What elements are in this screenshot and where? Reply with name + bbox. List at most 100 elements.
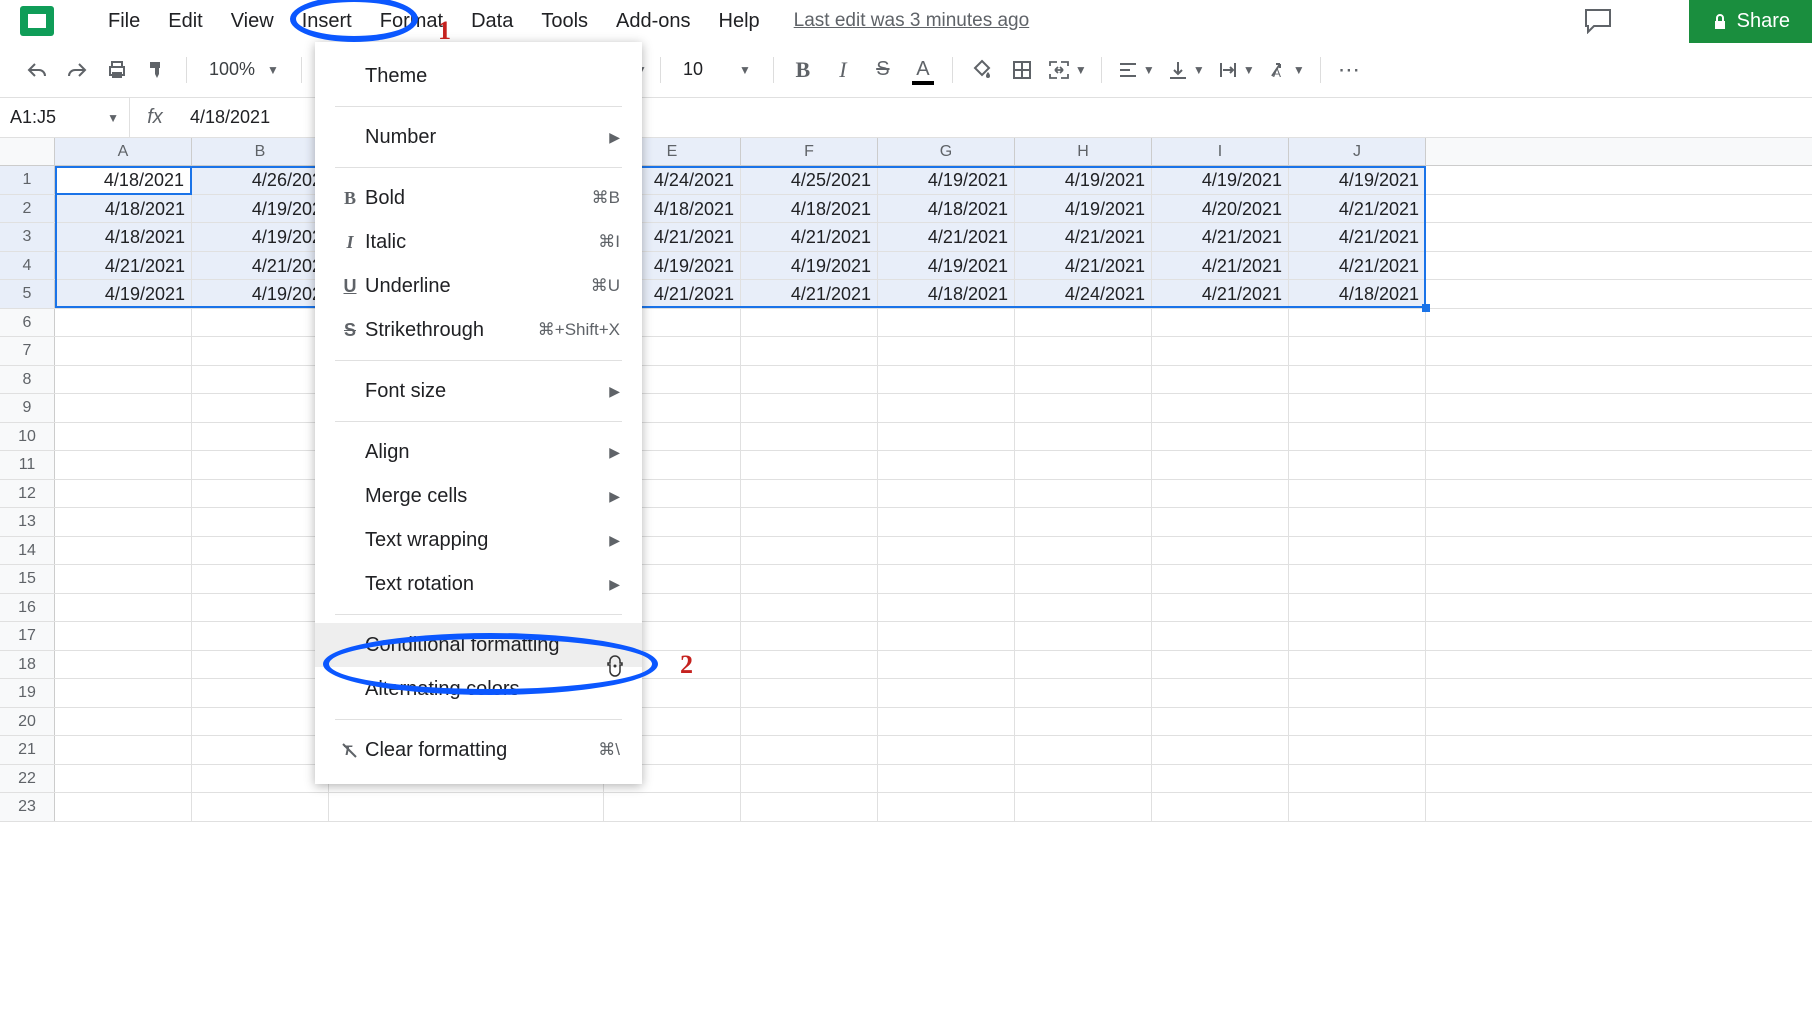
text-wrapping-button[interactable]: ▼ [1214, 53, 1258, 87]
cell[interactable]: 4/21/2021 [1152, 252, 1289, 280]
cell[interactable] [1152, 594, 1289, 622]
cell[interactable] [878, 337, 1015, 365]
cell[interactable] [55, 366, 192, 394]
cell[interactable]: 4/19/2021 [1152, 166, 1289, 194]
cell[interactable] [878, 594, 1015, 622]
row-header[interactable]: 22 [0, 765, 55, 793]
cell[interactable] [1015, 337, 1152, 365]
cell[interactable] [1015, 765, 1152, 793]
cell[interactable] [55, 337, 192, 365]
cell[interactable] [1289, 366, 1426, 394]
row-header[interactable]: 3 [0, 223, 55, 251]
cell[interactable]: 4/18/2021 [55, 195, 192, 223]
row-header[interactable]: 13 [0, 508, 55, 536]
cell[interactable] [55, 565, 192, 593]
menu-item-conditional-formatting[interactable]: Conditional formatting [315, 623, 642, 667]
row-header[interactable]: 15 [0, 565, 55, 593]
italic-button[interactable]: I [826, 53, 860, 87]
cell[interactable] [1015, 309, 1152, 337]
cell[interactable] [1289, 565, 1426, 593]
cell[interactable] [1152, 480, 1289, 508]
cell[interactable] [878, 708, 1015, 736]
cell[interactable] [1289, 337, 1426, 365]
cell[interactable] [878, 394, 1015, 422]
cell[interactable] [878, 565, 1015, 593]
cell[interactable]: 4/21/2021 [741, 223, 878, 251]
undo-button[interactable] [20, 53, 54, 87]
row-header[interactable]: 20 [0, 708, 55, 736]
cell[interactable] [55, 394, 192, 422]
cell[interactable] [1289, 480, 1426, 508]
cell[interactable] [1289, 765, 1426, 793]
paint-format-button[interactable] [140, 53, 174, 87]
share-button[interactable]: Share [1689, 0, 1812, 43]
cell[interactable]: 4/19/202 [192, 223, 329, 251]
cell[interactable] [55, 736, 192, 764]
menu-item-font-size[interactable]: Font size▶ [315, 369, 642, 413]
row-header[interactable]: 6 [0, 309, 55, 337]
cell[interactable] [55, 651, 192, 679]
cell[interactable] [55, 679, 192, 707]
cell[interactable]: 4/19/2021 [55, 280, 192, 308]
menu-item-strikethrough[interactable]: SStrikethrough⌘+Shift+X [315, 308, 642, 352]
menu-item-underline[interactable]: UUnderline⌘U [315, 264, 642, 308]
cell[interactable]: 4/19/202 [192, 280, 329, 308]
row-header[interactable]: 8 [0, 366, 55, 394]
cell[interactable]: 4/21/2021 [878, 223, 1015, 251]
column-header[interactable]: G [878, 138, 1015, 165]
cell[interactable]: 4/19/2021 [878, 166, 1015, 194]
cell[interactable]: 4/19/2021 [878, 252, 1015, 280]
row-header[interactable]: 4 [0, 252, 55, 280]
cell[interactable]: 4/21/2021 [55, 252, 192, 280]
cell[interactable] [192, 309, 329, 337]
cell[interactable] [741, 337, 878, 365]
last-edit-link[interactable]: Last edit was 3 minutes ago [794, 10, 1030, 32]
cell[interactable] [329, 793, 604, 821]
cell[interactable] [878, 508, 1015, 536]
cell[interactable]: 4/21/2021 [1152, 280, 1289, 308]
cell[interactable] [878, 622, 1015, 650]
cell[interactable] [192, 480, 329, 508]
row-header[interactable]: 23 [0, 793, 55, 821]
cell[interactable] [878, 679, 1015, 707]
cell[interactable] [1152, 366, 1289, 394]
cell[interactable] [1289, 394, 1426, 422]
menu-view[interactable]: View [217, 4, 288, 39]
menu-addons[interactable]: Add-ons [602, 4, 705, 39]
menu-help[interactable]: Help [705, 4, 774, 39]
selection-handle[interactable] [1422, 304, 1430, 312]
vertical-align-button[interactable]: ▼ [1164, 53, 1208, 87]
cell[interactable] [55, 508, 192, 536]
menu-item-text-wrapping[interactable]: Text wrapping▶ [315, 518, 642, 562]
text-rotation-button[interactable]: A▼ [1264, 53, 1308, 87]
cell[interactable]: 4/19/202 [192, 195, 329, 223]
cell[interactable]: 4/19/2021 [1015, 166, 1152, 194]
menu-data[interactable]: Data [457, 4, 527, 39]
row-header[interactable]: 9 [0, 394, 55, 422]
row-header[interactable]: 16 [0, 594, 55, 622]
cell[interactable] [1015, 679, 1152, 707]
cell[interactable] [1289, 679, 1426, 707]
cell[interactable] [192, 366, 329, 394]
cell[interactable] [1015, 366, 1152, 394]
cell[interactable] [741, 651, 878, 679]
cell[interactable] [55, 793, 192, 821]
cell[interactable] [741, 565, 878, 593]
print-button[interactable] [100, 53, 134, 87]
cell[interactable] [55, 480, 192, 508]
cell[interactable] [1289, 309, 1426, 337]
name-box[interactable]: A1:J5 ▼ [0, 98, 130, 137]
cell[interactable] [1289, 708, 1426, 736]
cell[interactable] [1015, 651, 1152, 679]
cell[interactable]: 4/21/2021 [1289, 252, 1426, 280]
cell[interactable] [1152, 651, 1289, 679]
cell[interactable] [192, 423, 329, 451]
cell[interactable] [192, 679, 329, 707]
row-header[interactable]: 1 [0, 166, 55, 194]
row-header[interactable]: 7 [0, 337, 55, 365]
cell[interactable] [192, 622, 329, 650]
cell[interactable] [1152, 565, 1289, 593]
cell[interactable] [741, 423, 878, 451]
cell[interactable]: 4/19/2021 [1015, 195, 1152, 223]
cell[interactable] [741, 594, 878, 622]
